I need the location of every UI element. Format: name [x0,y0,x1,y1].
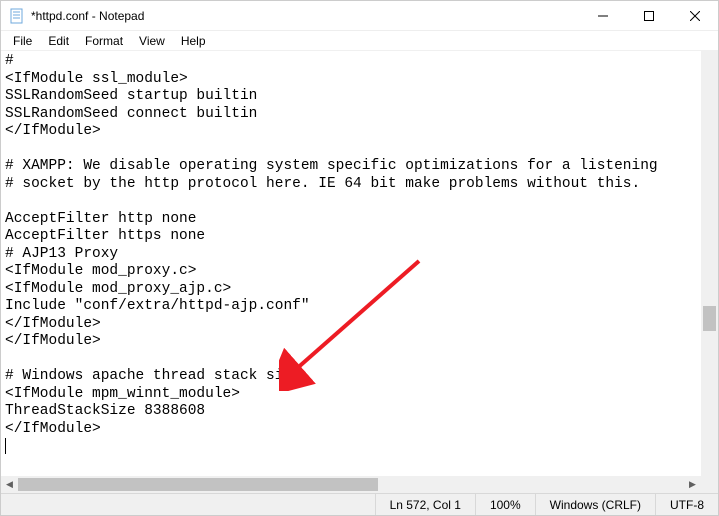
scroll-right-icon[interactable]: ▶ [684,476,701,493]
vertical-scroll-thumb[interactable] [703,306,716,331]
menu-view[interactable]: View [131,32,173,50]
window-controls [580,1,718,30]
menu-file[interactable]: File [5,32,40,50]
close-button[interactable] [672,1,718,30]
menubar: File Edit Format View Help [1,31,718,51]
status-line-ending: Windows (CRLF) [535,494,655,515]
editor-area: # <IfModule ssl_module> SSLRandomSeed st… [1,51,718,493]
scroll-left-icon[interactable]: ◀ [1,476,18,493]
status-encoding: UTF-8 [655,494,718,515]
status-zoom: 100% [475,494,535,515]
minimize-button[interactable] [580,1,626,30]
scroll-corner [701,476,718,493]
text-caret [5,438,6,454]
text-editor[interactable]: # <IfModule ssl_module> SSLRandomSeed st… [1,51,701,476]
titlebar: *httpd.conf - Notepad [1,1,718,31]
menu-format[interactable]: Format [77,32,131,50]
vertical-scrollbar[interactable] [701,51,718,476]
maximize-button[interactable] [626,1,672,30]
horizontal-scroll-track[interactable] [18,476,684,493]
editor-content: # <IfModule ssl_module> SSLRandomSeed st… [5,53,658,437]
notepad-icon [9,8,25,24]
horizontal-scrollbar[interactable]: ◀ ▶ [1,476,701,493]
horizontal-scroll-thumb[interactable] [18,478,378,491]
statusbar: Ln 572, Col 1 100% Windows (CRLF) UTF-8 [1,493,718,515]
window-title: *httpd.conf - Notepad [31,9,580,23]
menu-help[interactable]: Help [173,32,214,50]
status-position: Ln 572, Col 1 [375,494,475,515]
menu-edit[interactable]: Edit [40,32,77,50]
